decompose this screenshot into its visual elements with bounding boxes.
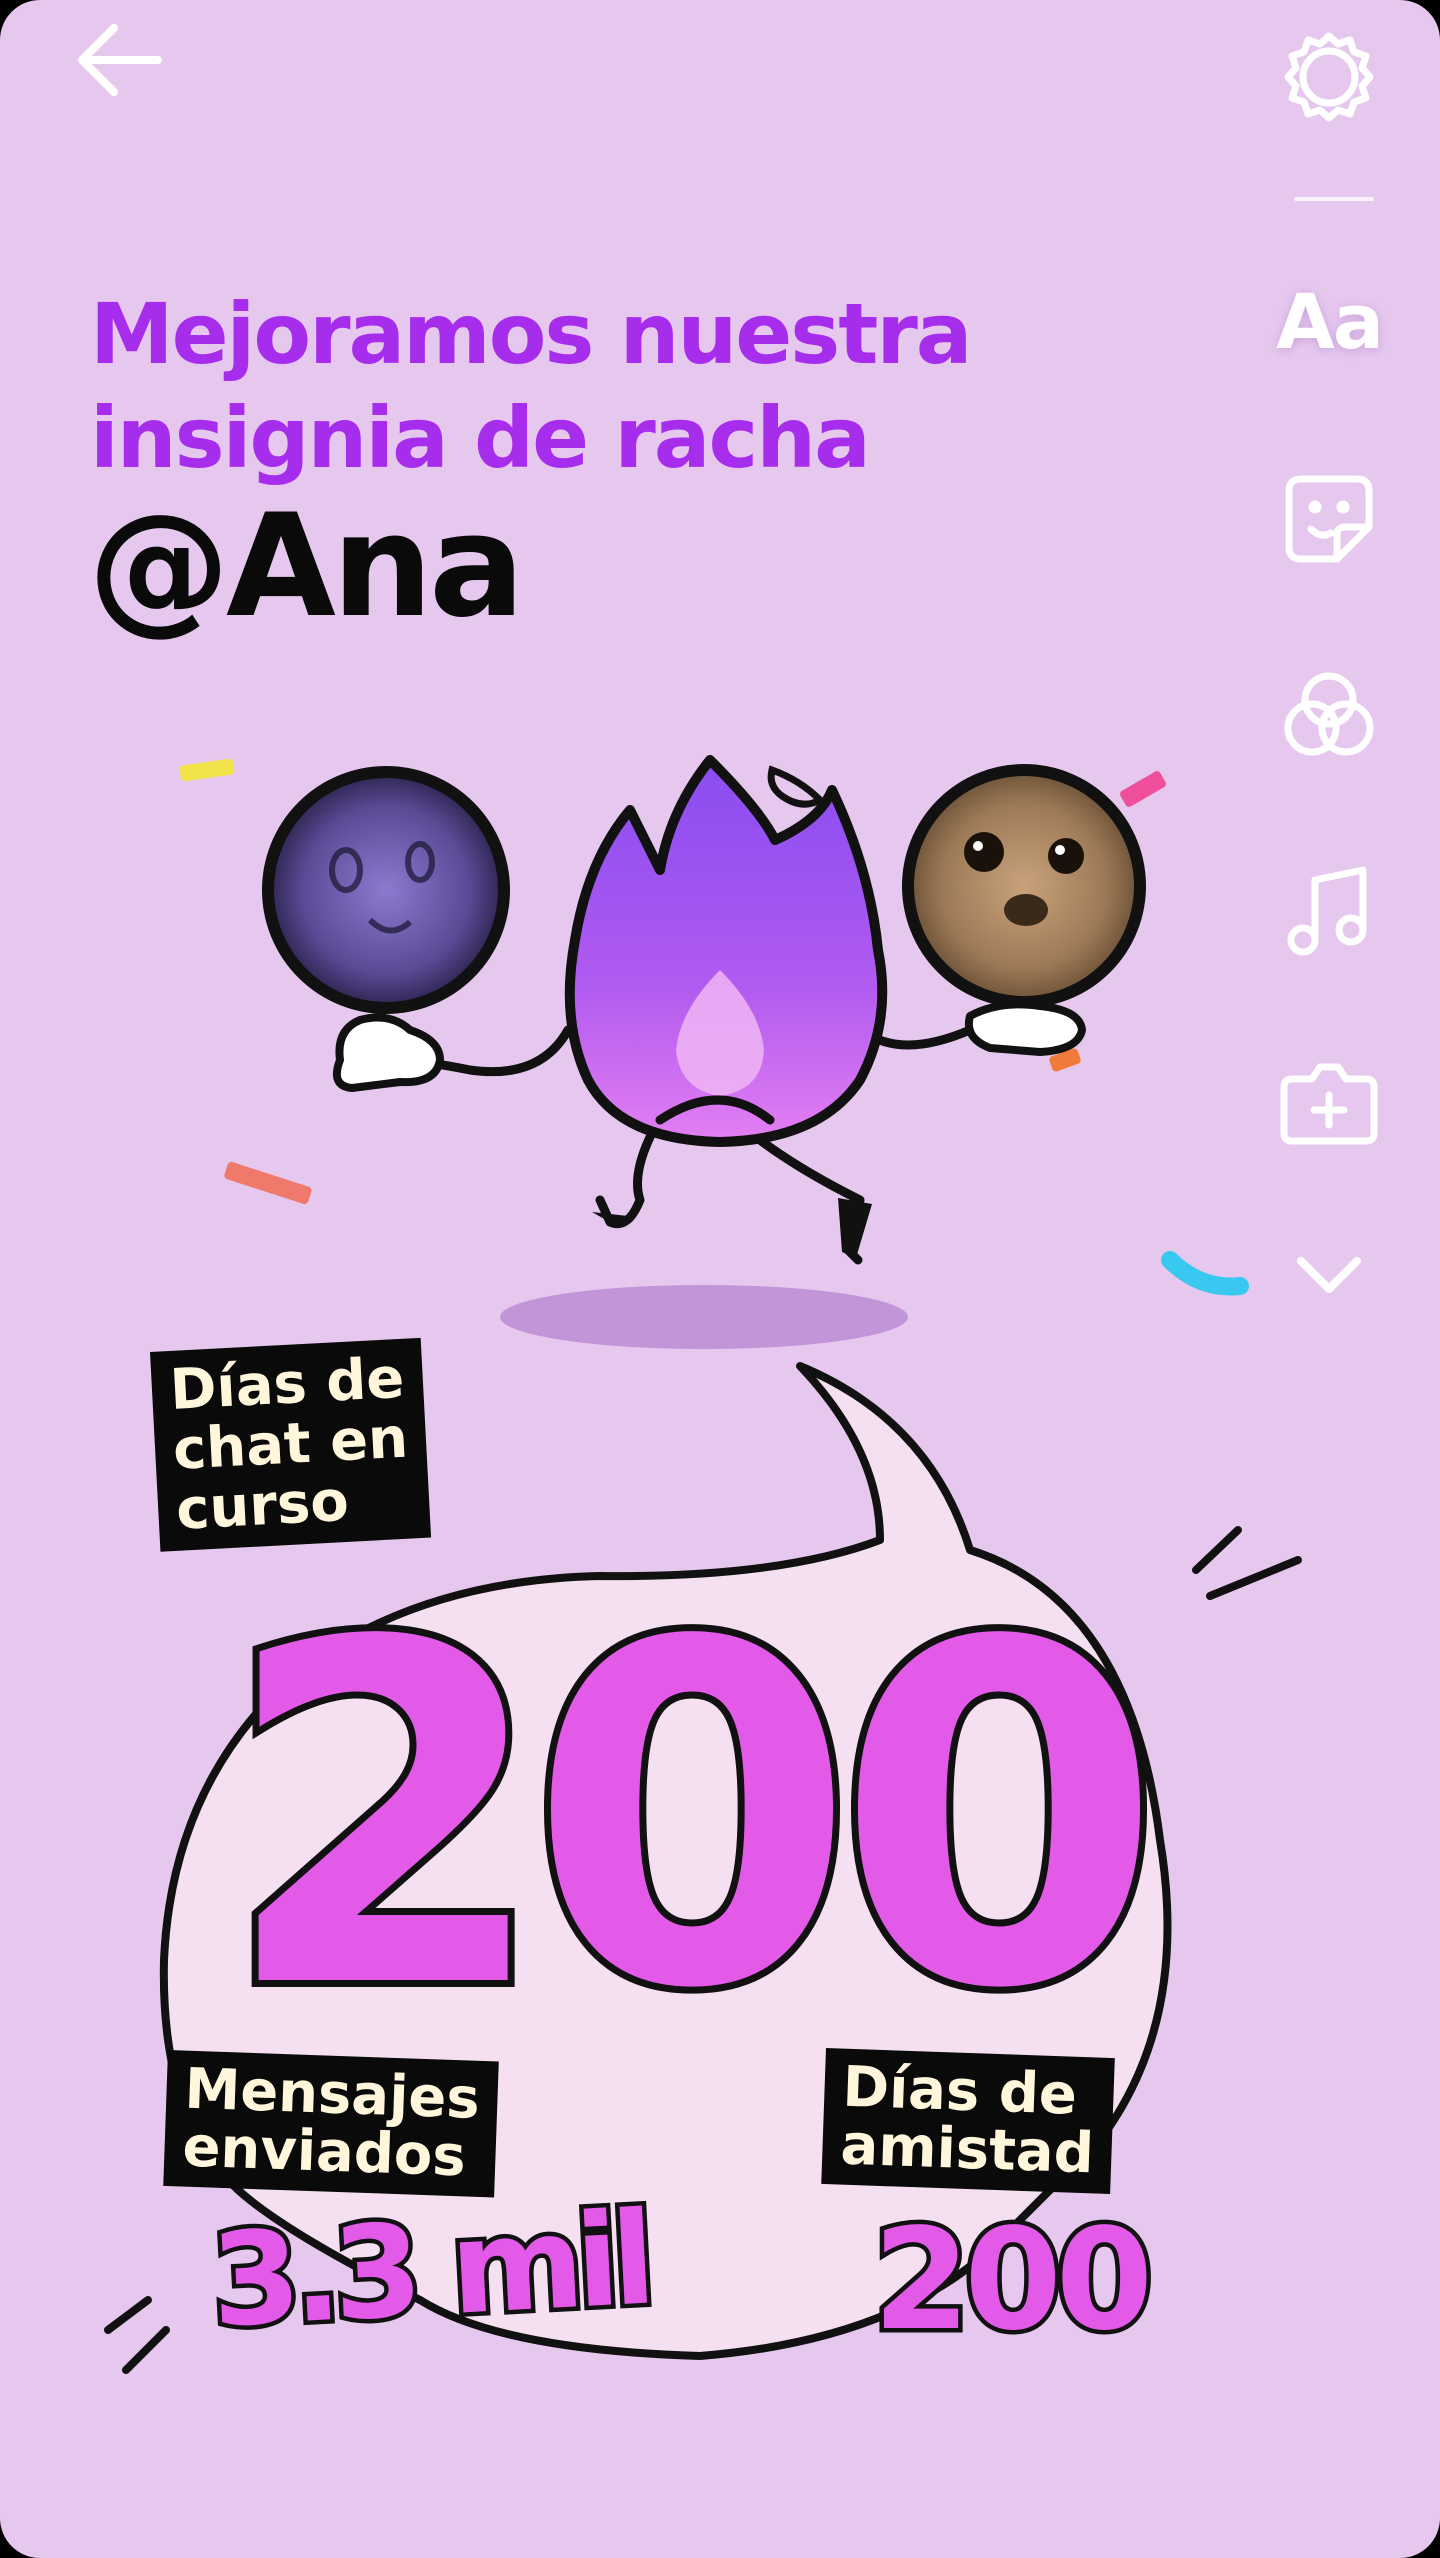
flame-sweat-drop — [767, 765, 826, 808]
messages-label: Mensajes enviados — [163, 2050, 500, 2198]
text-tool-button[interactable]: Aa — [1274, 266, 1384, 376]
avatar-left — [262, 766, 510, 1014]
rail-divider — [1294, 197, 1374, 201]
streak-mascot-illustration — [179, 755, 1249, 1349]
burst-lines — [1192, 1526, 1302, 1600]
arrow-left-icon — [78, 24, 162, 96]
mascot-left-hand — [333, 1013, 444, 1092]
friendship-label: Días de amistad — [821, 2048, 1116, 2195]
headline: Mejoramos nuestra insignia de racha — [90, 282, 1190, 490]
story-editor-screen: Aa Mejoramos nuestra insignia de racha @… — [0, 0, 1440, 2558]
confetti — [1120, 771, 1166, 807]
gear-icon — [1284, 32, 1374, 122]
sticker-tool-button[interactable] — [1274, 464, 1384, 574]
chat-days-label: Días de chat en curso — [150, 1337, 432, 1552]
mascot-right-hand — [965, 1000, 1086, 1056]
headline-line-2: insignia de racha — [90, 389, 871, 487]
friendship-value: 200 — [873, 2199, 1147, 2362]
text-aa-icon: Aa — [1275, 276, 1384, 366]
confetti — [1161, 1251, 1249, 1296]
avatar-right — [902, 764, 1146, 1008]
confetti — [179, 758, 235, 782]
burst-lines — [104, 2296, 170, 2374]
headline-line-1: Mejoramos nuestra — [90, 285, 972, 383]
back-button[interactable] — [70, 12, 170, 112]
username[interactable]: @Ana — [88, 492, 525, 642]
messages-value: 3.3 mil — [208, 2185, 652, 2357]
settings-button[interactable] — [1274, 22, 1384, 132]
sticker-icon — [1285, 475, 1373, 563]
chat-days-value: 200 — [221, 1544, 1143, 2091]
confetti — [224, 1161, 312, 1205]
